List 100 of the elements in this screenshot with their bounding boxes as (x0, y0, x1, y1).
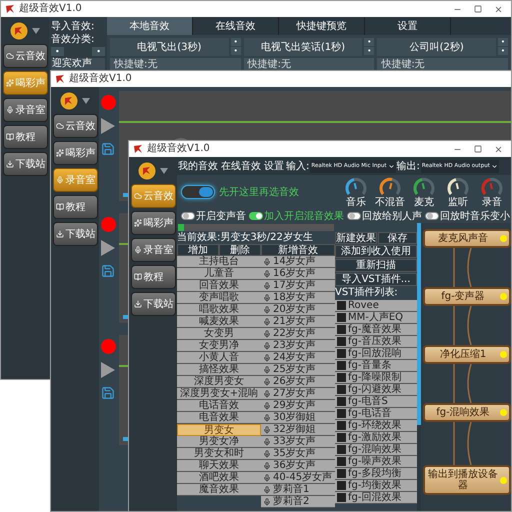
sidebar-button[interactable]: 录音室 (130, 238, 176, 262)
voice-item[interactable]: 32岁御姐 (261, 424, 335, 436)
action-button[interactable]: 重新扫描 (335, 259, 417, 272)
effect-node[interactable]: 净化压缩1 (423, 345, 511, 364)
sidebar-button[interactable]: 教程 (52, 195, 98, 219)
sidebar-button[interactable]: 云音效 (2, 44, 48, 68)
voice-item[interactable]: 16岁女声 (261, 268, 335, 280)
category-item[interactable]: 电话音效 (177, 400, 261, 412)
category-item[interactable]: 唱歌效果 (177, 304, 261, 316)
voice-item[interactable]: 36岁女声 (261, 460, 335, 472)
maximize-icon[interactable] (474, 5, 482, 13)
plugin-item[interactable]: fg-魔音效果 (335, 324, 417, 336)
category-item[interactable]: 喊麦效果 (177, 316, 261, 328)
category-item[interactable]: 魔音效果 (177, 484, 261, 496)
plugin-item[interactable]: fg-音量条 (335, 360, 417, 372)
sound-button[interactable]: 电视飞出笑话(1秒) (244, 38, 362, 56)
voice-item[interactable]: 27岁女声 (261, 388, 335, 400)
category-item[interactable]: 深度男变女+混响 (177, 388, 261, 400)
plugin-item[interactable]: Rovee (335, 300, 417, 312)
voice-item[interactable]: 26岁女声 (261, 376, 335, 388)
category-item[interactable]: 电音效果 (177, 412, 261, 424)
voice-item[interactable]: 14岁女声 (261, 256, 335, 268)
voice-item[interactable]: 21岁女声 (261, 316, 335, 328)
voice-item[interactable]: 萝莉音1 (261, 484, 335, 496)
sidebar-button[interactable]: 教程 (2, 125, 48, 149)
sound-button[interactable]: 公司叫(2秒) (377, 38, 496, 56)
toggle-switch[interactable] (347, 212, 361, 220)
header-button[interactable]: 删除 (219, 244, 261, 256)
plugin-item[interactable]: fg-均衡效果 (335, 480, 417, 492)
voice-item[interactable]: 24岁女声 (261, 352, 335, 364)
effect-node[interactable]: fg-混响效果 (423, 403, 511, 422)
small-button[interactable]: • (92, 47, 105, 56)
knob[interactable] (413, 176, 435, 196)
category-item[interactable]: 搞怪效果 (177, 364, 261, 376)
voice-item[interactable]: 35岁女声 (261, 448, 335, 460)
plugin-item[interactable]: fg-降噪限制 (335, 372, 417, 384)
category-item[interactable]: 深度男变女 (177, 376, 261, 388)
category-item[interactable]: 迎宾欢声 (51, 58, 105, 70)
plugin-item[interactable]: fg-回混效果 (335, 492, 417, 504)
category-item[interactable]: 回音效果 (177, 280, 261, 292)
voice-item[interactable]: 18岁女声 (261, 292, 335, 304)
tab[interactable]: 在线音效 (220, 158, 262, 174)
voice-item[interactable]: 22岁女声 (261, 328, 335, 340)
category-item[interactable]: 主持电台 (177, 256, 261, 268)
sidebar-button[interactable]: 下载站 (130, 292, 176, 316)
action-button[interactable]: 保存 (378, 232, 417, 244)
save-icon[interactable] (101, 264, 115, 278)
plugin-item[interactable]: fg-闪避效果 (335, 384, 417, 396)
sidebar-button[interactable]: 喝彩声 (130, 211, 176, 235)
category-item[interactable]: 女变男 (177, 328, 261, 340)
plugin-item[interactable]: fg-音压效果 (335, 336, 417, 348)
effect-node[interactable]: 输出到播放设备器 (423, 465, 511, 495)
knob[interactable] (379, 176, 401, 196)
play-icon[interactable] (101, 362, 115, 378)
knob[interactable] (447, 176, 469, 196)
action-button[interactable]: 添加到收入使用 (335, 245, 417, 258)
category-item[interactable]: 男变女和时 (177, 448, 261, 460)
category-item[interactable]: 聊天效果 (177, 460, 261, 472)
voice-item[interactable]: 萝莉音2 (261, 496, 335, 508)
category-item[interactable]: 男变女 (177, 424, 261, 436)
category-item[interactable]: 变声唱歌 (177, 292, 261, 304)
play-icon[interactable] (101, 240, 115, 256)
small-button[interactable]: • (51, 47, 64, 56)
plugin-item[interactable]: fg-环绕效果 (335, 420, 417, 432)
action-button[interactable]: 新建效果 (335, 232, 377, 244)
voice-item[interactable]: 17岁女声 (261, 280, 335, 292)
voice-item[interactable]: 30岁御姐 (261, 412, 335, 424)
voice-item[interactable]: 20岁女声 (261, 304, 335, 316)
save-icon[interactable] (101, 386, 115, 400)
knob[interactable] (345, 176, 367, 196)
category-item[interactable]: 小黄人音 (177, 352, 261, 364)
scrollbar-thumb[interactable] (417, 223, 421, 425)
tab[interactable]: 设置 (263, 158, 285, 174)
voice-item[interactable]: 33岁女声 (261, 436, 335, 448)
sound-button[interactable]: 电视飞出(3秒) (110, 38, 229, 56)
voice-item[interactable]: 25岁女声 (261, 364, 335, 376)
dropdown-icon[interactable] (32, 28, 40, 34)
plugin-item[interactable]: fg-噪声效果 (335, 456, 417, 468)
tab[interactable]: 我的音效 (177, 158, 219, 174)
plugin-item[interactable]: fg-回放混响 (335, 348, 417, 360)
effect-node[interactable]: fg-变声器 (423, 287, 511, 306)
voice-item[interactable]: 29岁女声 (261, 400, 335, 412)
tab[interactable]: 本地音效 (107, 17, 193, 35)
main-switch[interactable] (181, 185, 215, 199)
sidebar-button[interactable]: 录音室 (2, 98, 48, 122)
category-item[interactable]: 酒吧效果 (177, 472, 261, 484)
plugin-item[interactable]: fg-电音S (335, 396, 417, 408)
close-icon[interactable] (494, 144, 503, 154)
close-icon[interactable] (494, 4, 503, 14)
dropdown-icon[interactable] (160, 168, 168, 174)
header-button[interactable]: 增加 (177, 244, 219, 256)
category-item[interactable]: 女变男净 (177, 340, 261, 352)
sidebar-button[interactable]: 下载站 (52, 222, 98, 246)
plugin-item[interactable]: fg-激励效果 (335, 432, 417, 444)
plugin-item[interactable]: fg-电话音 (335, 408, 417, 420)
play-icon[interactable] (101, 118, 115, 134)
sidebar-button[interactable]: 下载站 (2, 152, 48, 176)
toggle-switch[interactable] (181, 212, 195, 220)
effect-node[interactable]: 麦克风声音 (423, 229, 511, 248)
action-button[interactable]: 导入VST插件... (335, 273, 417, 286)
